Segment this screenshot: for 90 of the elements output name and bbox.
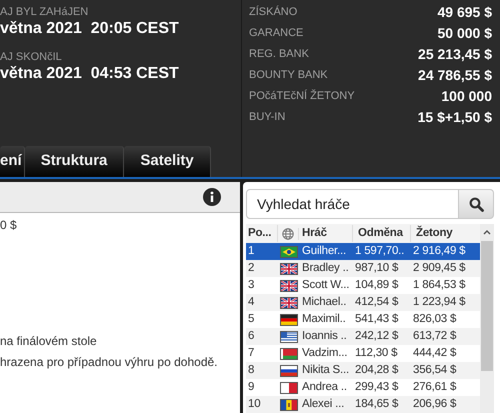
stat-value: 15 $+1,50 $: [418, 108, 492, 127]
flag-icon: [280, 314, 298, 326]
flag-icon: [280, 246, 298, 258]
prize-cell-text: 412,54 $: [354, 294, 400, 310]
player-row[interactable]: 2 Bradley .. 987,10 $ 2 909,45 $: [246, 260, 480, 277]
prize-cell-text: 299,43 $: [354, 380, 400, 395]
chips-cell-text: 1 223,94 $: [412, 294, 466, 310]
stat-value: 49 695 $: [438, 3, 492, 22]
player-cell: Andrea ..: [302, 380, 347, 393]
time-label: AJ SKONčIL: [0, 50, 63, 64]
info-text: na finálovém stole: [0, 333, 98, 349]
search-icon: [468, 196, 484, 212]
tab[interactable]: ení: [0, 146, 25, 178]
scrollbar[interactable]: [480, 224, 494, 413]
player-row[interactable]: 4 Michael.. 412,54 $ 1 223,94 $: [246, 294, 480, 311]
stat-value: 24 786,55 $: [418, 66, 492, 85]
prize-cell-text: 112,30 $: [354, 346, 398, 361]
player-row[interactable]: 10 Alexei ... 184,65 $ 206,96 $: [246, 396, 480, 413]
chips-cell-text: 1 864,53 $: [412, 278, 466, 293]
stat-label: ZÍSKÁNO: [249, 4, 298, 20]
player-cell: Guilher...: [302, 244, 346, 257]
chips-cell-text: 444,42 $: [412, 346, 458, 361]
chips-cell-text: 206,96 $: [412, 396, 458, 412]
chips-cell-text: 356,54 $: [412, 362, 458, 378]
prize-cell-text: 1 597,70..: [354, 244, 406, 259]
player-row[interactable]: 8 Nikita S... 204,28 $ 356,54 $: [246, 362, 480, 379]
flag-icon: [280, 330, 298, 342]
position-cell-text: 8: [247, 362, 256, 378]
prize-cell-text: 184,65 $: [354, 396, 400, 412]
player-cell: Bradley ..: [302, 262, 349, 274]
prize-cell-text: 987,10 $: [354, 260, 400, 276]
player-cell: Vadzim...: [302, 346, 348, 359]
player-cell: Scott W...: [302, 278, 350, 291]
info-text: 0 $: [0, 217, 18, 233]
position-cell-text: 4: [247, 294, 256, 310]
stat-label: REG. BANK: [249, 47, 309, 62]
prize-cell-text: 541,43 $: [354, 312, 400, 327]
info-text: hrazena pro případnou výhru po dohodě.: [0, 354, 218, 370]
column-header[interactable]: Hráč: [299, 224, 353, 242]
chips-cell-text: 2 909,45 $: [412, 260, 466, 276]
player-cell: Ioannis ..: [302, 330, 347, 342]
player-cell: Nikita S...: [302, 364, 350, 376]
position-cell-text: 3: [247, 278, 256, 293]
flag-icon: [280, 280, 298, 292]
chips-cell-text: 613,72 $: [412, 328, 458, 344]
column-header[interactable]: Žetony: [411, 224, 480, 242]
flag-icon: [280, 382, 298, 394]
player-row[interactable]: 6 Ioannis .. 242,12 $ 613,72 $: [246, 328, 480, 345]
player-cell: Michael..: [302, 296, 346, 308]
flag-icon: [280, 296, 298, 308]
flag-icon: [280, 398, 298, 410]
stat-value: 25 213,45 $: [418, 45, 492, 64]
column-header[interactable]: Po...: [246, 224, 278, 242]
flag-icon: [280, 348, 298, 360]
position-cell-text: 9: [247, 380, 256, 395]
info-icon: [203, 188, 221, 206]
prize-cell-text: 204,28 $: [354, 362, 400, 378]
position-cell-text: 7: [247, 346, 256, 361]
stat-label: BUY-IN: [249, 110, 286, 126]
position-cell-text: 2: [247, 260, 256, 276]
prize-cell-text: 104,89 $: [354, 278, 400, 293]
time-value: větna 2021 20:05 CEST: [0, 19, 180, 39]
chips-cell-text: 826,03 $: [412, 312, 458, 327]
stat-value: 100 000: [441, 87, 492, 106]
player-cell: Maximil..: [302, 312, 346, 325]
position-cell-text: 10: [247, 396, 262, 412]
flag-icon: [280, 262, 298, 274]
stat-value: 50 000 $: [438, 24, 492, 43]
search-field[interactable]: Vyhledat hráče: [246, 189, 459, 219]
prize-cell-text: 242,12 $: [354, 328, 400, 344]
time-label: AJ BYL ZAHáJEN: [0, 5, 90, 19]
globe-icon: [282, 228, 294, 240]
position-cell-text: 5: [247, 312, 256, 327]
tab[interactable]: Struktura: [24, 146, 124, 178]
stat-label: GARANCE: [249, 26, 304, 42]
tab[interactable]: Satelity: [124, 146, 211, 178]
column-header[interactable]: Odměna: [353, 224, 411, 242]
search-button[interactable]: [459, 189, 494, 219]
chips-cell-text: 2 916,49 $: [412, 244, 466, 259]
player-row[interactable]: 1 Guilher... 1 597,70.. 2 916,49 $: [246, 243, 480, 260]
position-cell-text: 6: [247, 328, 256, 344]
chips-cell-text: 276,61 $: [412, 380, 458, 395]
scroll-thumb[interactable]: [481, 241, 493, 371]
scroll-up-icon: [483, 230, 491, 235]
stat-label: BOUNTY BANK: [249, 68, 328, 84]
player-cell: Alexei ...: [302, 398, 344, 410]
position-cell-text: 1: [247, 244, 256, 259]
stat-label: POčáTEčNÍ ŽETONY: [249, 88, 355, 104]
flag-icon: [280, 364, 298, 376]
time-value: větna 2021 04:53 CEST: [0, 64, 180, 84]
